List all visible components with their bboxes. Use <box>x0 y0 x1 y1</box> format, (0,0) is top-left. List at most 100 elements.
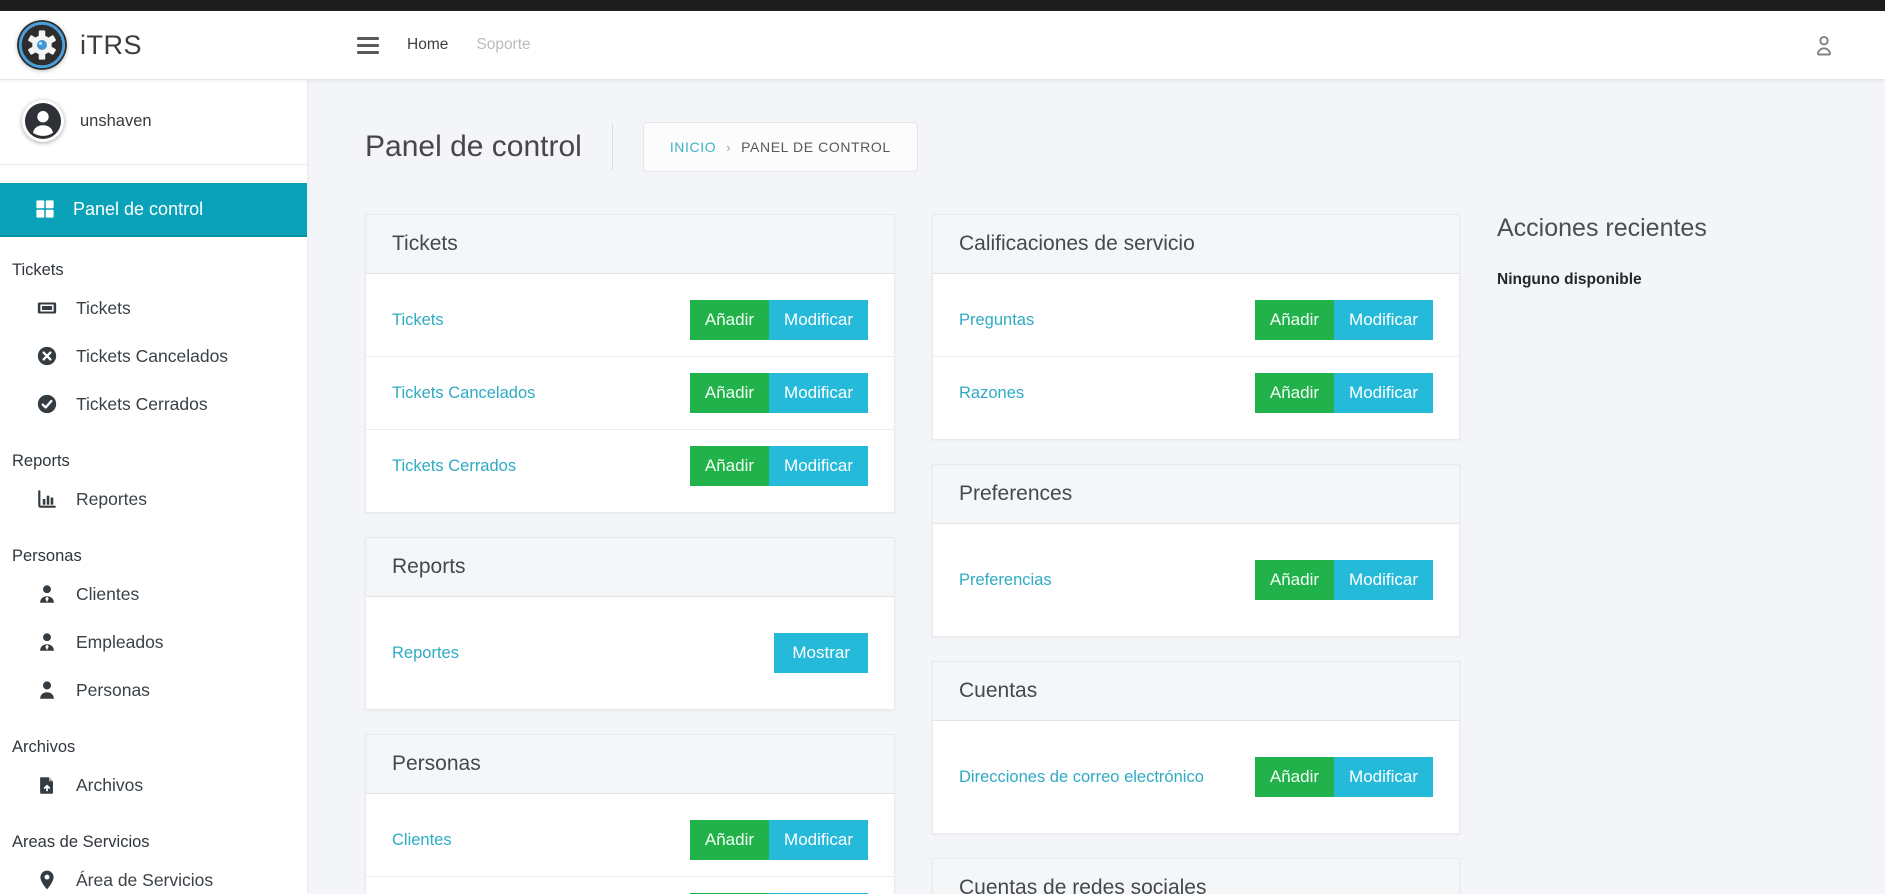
sidebar-item-empleados[interactable]: Empleados <box>0 618 307 666</box>
change-button[interactable]: Modificar <box>769 446 868 486</box>
card-body: Tickets Añadir Modificar Tickets Cancelados… <box>366 274 894 512</box>
sidebar-item-label: Archivos <box>76 774 144 795</box>
add-button[interactable]: Añadir <box>1254 560 1335 600</box>
sidebar-item-label: Personas <box>76 679 150 700</box>
sidebar-section-label: Tickets <box>12 261 64 279</box>
change-button[interactable]: Modificar <box>769 820 868 860</box>
add-button[interactable]: Añadir <box>1254 757 1335 797</box>
sidebar-item-clientes[interactable]: Clientes <box>0 570 307 618</box>
card-body: Preguntas Añadir Modificar Razones Añadir Mod… <box>933 274 1459 439</box>
breadcrumb-separator-icon: › <box>726 139 732 155</box>
menu-toggle-icon[interactable] <box>357 36 379 54</box>
row-actions: AñadirModificar <box>1254 300 1433 340</box>
row-actions: AñadirModificar <box>689 373 868 413</box>
sidebar-item-label: Empleados <box>76 631 164 652</box>
show-button[interactable]: Mostrar <box>774 633 868 673</box>
sidebar-item-area-de-servicios[interactable]: Área de Servicios <box>0 856 307 894</box>
card-title: Calificaciones de servicio <box>933 215 1459 274</box>
breadcrumb-home-link[interactable]: INICIO <box>670 139 716 155</box>
row-actions: AñadirModificar <box>1254 757 1433 797</box>
sidebar-item-reportes[interactable]: Reportes <box>0 475 307 523</box>
model-link-direcciones-de-correo-electronico[interactable]: Direcciones de correo electrónico <box>959 768 1204 787</box>
change-button[interactable]: Modificar <box>769 373 868 413</box>
sidebar-item-label: Panel de control <box>73 198 204 219</box>
row-actions: AñadirModificar <box>689 300 868 340</box>
sidebar-item-panel-de-control[interactable]: Panel de control <box>0 183 307 237</box>
model-link-clientes[interactable]: Clientes <box>392 831 452 850</box>
recent-actions-title: Acciones recientes <box>1497 214 1707 242</box>
user-menu-icon[interactable] <box>1811 32 1837 58</box>
add-button[interactable]: Añadir <box>1254 373 1335 413</box>
sidebar-section-label: Personas <box>12 547 82 565</box>
change-button[interactable]: Modificar <box>1334 560 1433 600</box>
model-row: Reportes Mostrar <box>366 607 894 699</box>
card-title: Reports <box>366 538 894 597</box>
model-row: Direcciones de correo electrónico Añadir M… <box>933 731 1459 823</box>
app-title: iTRS <box>80 29 142 60</box>
model-row: Preferencias Añadir Modificar <box>933 534 1459 626</box>
model-link-reportes[interactable]: Reportes <box>392 644 459 663</box>
add-button[interactable]: Añadir <box>1254 300 1335 340</box>
sidebar-item-tickets-cancelados[interactable]: Tickets Cancelados <box>0 332 307 380</box>
model-row: Preguntas Añadir Modificar <box>933 284 1459 356</box>
sidebar-item-label: Clientes <box>76 583 140 604</box>
check-circle-icon <box>36 393 58 415</box>
add-button[interactable]: Añadir <box>689 373 770 413</box>
map-marker-icon <box>36 869 58 891</box>
nav-home[interactable]: Home <box>407 36 448 54</box>
sidebar-item-label: Área de Servicios <box>76 869 214 890</box>
model-link-tickets-cancelados[interactable]: Tickets Cancelados <box>392 384 535 403</box>
row-actions: Mostrar <box>774 633 868 673</box>
model-row: Clientes Añadir Modificar <box>366 804 894 876</box>
card-title: Tickets <box>366 215 894 274</box>
add-button[interactable]: Añadir <box>689 820 770 860</box>
user-tie-icon <box>36 583 58 605</box>
model-row: Tickets Cancelados Añadir Modificar <box>366 356 894 429</box>
card-personas: Personas Clientes AñadirModificar Empleados… <box>365 734 895 894</box>
title-row: Panel de control INICIO › PANEL DE CONTR… <box>365 122 1885 172</box>
change-button[interactable]: Modificar <box>1334 300 1433 340</box>
card-body: Direcciones de correo electrónico Añadir M… <box>933 721 1459 833</box>
add-button[interactable]: Añadir <box>689 446 770 486</box>
model-link-razones[interactable]: Razones <box>959 384 1024 403</box>
ticket-icon <box>36 297 58 319</box>
user-tie-icon <box>36 631 58 653</box>
card-cuentas: Cuentas Direcciones de correo electrónico… <box>932 661 1460 834</box>
grid-icon <box>34 198 56 220</box>
card-title: Personas <box>366 735 894 794</box>
model-row: Tickets Cerrados Añadir Modificar <box>366 429 894 502</box>
breadcrumb-current: PANEL DE CONTROL <box>741 139 891 155</box>
sidebar-item-personas[interactable]: Personas <box>0 666 307 714</box>
model-link-preferencias[interactable]: Preferencias <box>959 571 1052 590</box>
sidebar-item-label: Reportes <box>76 488 148 509</box>
username: unshaven <box>80 111 152 130</box>
add-button[interactable]: Añadir <box>689 300 770 340</box>
dashboard-column-left: Tickets Tickets Añadir Modificar Tickets Can… <box>365 214 895 894</box>
sidebar: unshaven Panel de control Tickets Tickets… <box>0 80 307 894</box>
sidebar-item-label: Tickets <box>76 297 131 318</box>
sidebar-user[interactable]: unshaven <box>0 80 307 165</box>
main-content: Panel de control INICIO › PANEL DE CONTR… <box>307 80 1885 894</box>
recent-actions-panel: Acciones recientes Ninguno disponible <box>1497 214 1885 289</box>
top-black-bar <box>0 0 1885 11</box>
model-link-tickets[interactable]: Tickets <box>392 311 444 330</box>
model-link-preguntas[interactable]: Preguntas <box>959 311 1034 330</box>
brand[interactable]: iTRS <box>0 19 307 71</box>
change-button[interactable]: Modificar <box>1334 757 1433 797</box>
sidebar-section-label: Reports <box>12 452 70 470</box>
sidebar-item-archivos[interactable]: Archivos <box>0 761 307 809</box>
row-actions: AñadirModificar <box>689 446 868 486</box>
sidebar-item-label: Tickets Cancelados <box>76 345 229 366</box>
dashboard-grid: Tickets Tickets Añadir Modificar Tickets Can… <box>365 214 1885 894</box>
sidebar-item-tickets[interactable]: Tickets <box>0 284 307 332</box>
model-link-tickets-cerrados[interactable]: Tickets Cerrados <box>392 457 516 476</box>
sidebar-sections: Tickets Tickets Tickets Cancelados Tickets … <box>0 261 307 894</box>
card-calificaciones-de-servicio: Calificaciones de servicio Preguntas Añadi… <box>932 214 1460 440</box>
change-button[interactable]: Modificar <box>769 300 868 340</box>
sidebar-section-label: Archivos <box>12 738 76 756</box>
sidebar-item-tickets-cerrados[interactable]: Tickets Cerrados <box>0 380 307 428</box>
model-row: Razones Añadir Modificar <box>933 356 1459 429</box>
nav-soporte[interactable]: Soporte <box>476 36 530 54</box>
card-tickets: Tickets Tickets Añadir Modificar Tickets Can… <box>365 214 895 513</box>
change-button[interactable]: Modificar <box>1334 373 1433 413</box>
